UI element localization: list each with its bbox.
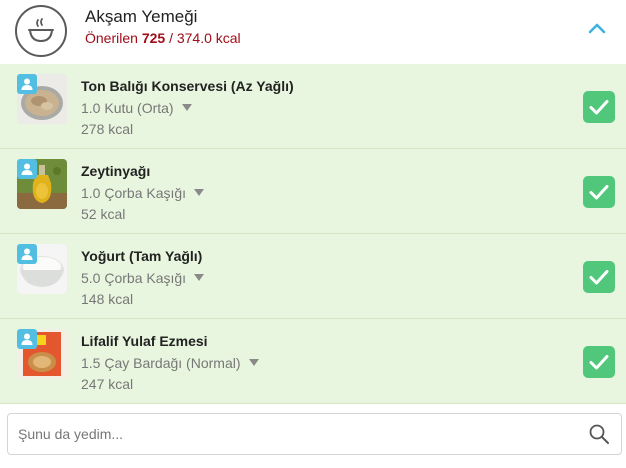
portion-selector[interactable]: 1.0 Çorba Kaşığı [81,185,205,201]
food-list: Ton Balığı Konservesi (Az Yağlı) 1.0 Kut… [0,64,626,404]
chevron-up-icon[interactable] [585,18,609,40]
add-food-search [7,413,622,455]
portion-selector[interactable]: 1.0 Kutu (Orta) [81,100,192,116]
user-icon [17,244,37,264]
meal-header[interactable]: Akşam Yemeği Önerilen 725 / 374.0 kcal [0,0,626,64]
portion-label: 1.5 Çay Bardağı (Normal) [81,355,241,371]
portion-label: 5.0 Çorba Kaşığı [81,270,187,286]
caret-down-icon[interactable] [181,104,192,111]
food-row[interactable]: Lifalif Yulaf Ezmesi 1.5 Çay Bardağı (No… [0,319,626,404]
user-icon [17,159,37,179]
food-name: Zeytinyağı [81,163,151,179]
food-row[interactable]: Zeytinyağı 1.0 Çorba Kaşığı 52 kcal [0,149,626,234]
recommended-label: Önerilen [85,30,138,46]
bowl-icon [15,5,67,57]
check-icon[interactable] [583,176,615,208]
user-icon [17,329,37,349]
caret-down-icon[interactable] [194,189,205,196]
recommended-value: 725 [141,30,166,46]
food-name: Yoğurt (Tam Yağlı) [81,248,203,264]
food-kcal: 148 kcal [81,291,134,307]
food-row[interactable]: Ton Balığı Konservesi (Az Yağlı) 1.0 Kut… [0,64,626,149]
caret-down-icon[interactable] [248,359,259,366]
user-icon [17,74,37,94]
caret-down-icon[interactable] [194,274,205,281]
portion-selector[interactable]: 5.0 Çorba Kaşığı [81,270,205,286]
search-input[interactable] [18,414,578,454]
check-icon[interactable] [583,261,615,293]
food-row[interactable]: Yoğurt (Tam Yağlı) 5.0 Çorba Kaşığı 148 … [0,234,626,319]
food-kcal: 247 kcal [81,376,134,392]
food-kcal: 278 kcal [81,121,134,137]
total-kcal: / 374.0 kcal [169,30,241,46]
search-icon[interactable] [588,423,610,445]
food-kcal: 52 kcal [81,206,126,222]
meal-calorie-summary: Önerilen 725 / 374.0 kcal [85,30,241,46]
portion-selector[interactable]: 1.5 Çay Bardağı (Normal) [81,355,259,371]
food-name: Ton Balığı Konservesi (Az Yağlı) [81,78,294,94]
meal-title: Akşam Yemeği [85,7,198,26]
check-icon[interactable] [583,91,615,123]
portion-label: 1.0 Kutu (Orta) [81,100,174,116]
check-icon[interactable] [583,346,615,378]
food-name: Lifalif Yulaf Ezmesi [81,333,208,349]
portion-label: 1.0 Çorba Kaşığı [81,185,187,201]
